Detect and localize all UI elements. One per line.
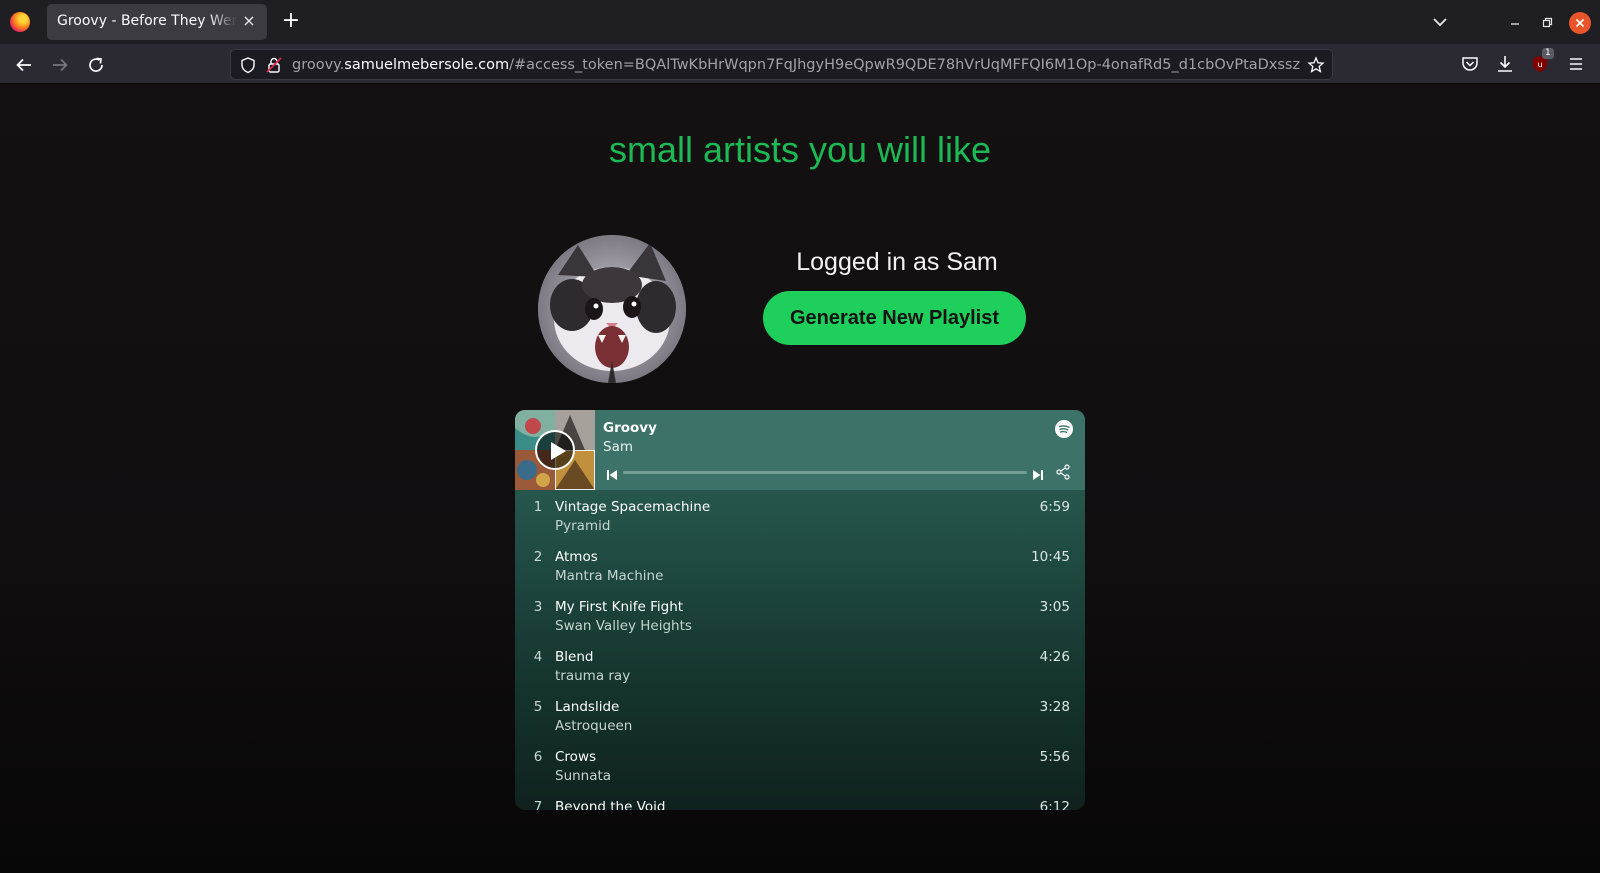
avatar — [538, 235, 686, 383]
track-number: 4 — [533, 649, 543, 665]
bookmark-star-icon[interactable] — [1307, 56, 1325, 74]
track-number: 6 — [533, 749, 543, 765]
minimize-window-icon[interactable] — [1504, 12, 1526, 34]
url-host-prefix: groovy. — [292, 57, 345, 73]
app-menu-icon[interactable] — [1565, 53, 1587, 75]
play-button[interactable] — [535, 430, 575, 470]
track-title: My First Knife Fight — [555, 599, 684, 615]
player-header: Groovy Sam — [515, 410, 1085, 490]
url-text[interactable]: groovy.samuelmebersole.com/#access_token… — [292, 57, 1300, 73]
track-row[interactable]: 4 Blend trauma ray 4:26 — [515, 640, 1085, 690]
playlist-owner[interactable]: Sam — [603, 439, 633, 455]
close-window-icon[interactable] — [1569, 12, 1591, 34]
address-bar[interactable]: groovy.samuelmebersole.com/#access_token… — [230, 49, 1333, 80]
track-artist[interactable]: Astroqueen — [555, 718, 632, 734]
playlist-cover-art — [515, 410, 595, 490]
progress-bar[interactable] — [623, 471, 1027, 474]
track-title: Vintage Spacemachine — [555, 499, 711, 515]
track-duration: 10:45 — [1031, 549, 1070, 565]
share-icon[interactable] — [1055, 464, 1071, 480]
playlist-title[interactable]: Groovy — [603, 420, 657, 436]
track-title: Beyond the Void — [555, 799, 666, 810]
track-row[interactable]: 2 Atmos Mantra Machine 10:45 — [515, 540, 1085, 590]
url-path: /#access_token=BQAlTwKbHrWqpn7FqJhgyH9eQ… — [509, 57, 1300, 73]
track-title: Landslide — [555, 699, 620, 715]
spotify-logo-icon[interactable] — [1055, 420, 1073, 438]
track-number: 7 — [533, 799, 543, 810]
track-artist[interactable]: Sunnata — [555, 768, 611, 784]
page-heading: small artists you will like — [608, 129, 992, 170]
previous-track-icon[interactable] — [606, 466, 618, 480]
list-all-tabs-icon[interactable] — [1428, 12, 1452, 32]
track-row[interactable]: 6 Crows Sunnata 5:56 — [515, 740, 1085, 790]
browser-tab[interactable]: Groovy - Before They Were Cool × — [47, 4, 267, 40]
spotify-embed-player: Groovy Sam 1 Vintage Spacemachine Pyramid 6… — [515, 410, 1085, 810]
track-row[interactable]: 7 Beyond the Void 6:12 — [515, 790, 1085, 810]
track-duration: 4:26 — [1039, 649, 1070, 665]
track-artist[interactable]: Pyramid — [555, 518, 610, 534]
track-title: Atmos — [555, 549, 598, 565]
tab-title: Groovy - Before They Were Cool — [57, 13, 237, 29]
browser-tab-bar: Groovy - Before They Were Cool × + — [0, 0, 1600, 44]
reload-icon[interactable] — [83, 52, 109, 78]
track-row[interactable]: 3 My First Knife Fight Swan Valley Heights… — [515, 590, 1085, 640]
firefox-logo-icon — [10, 12, 30, 32]
generate-playlist-button[interactable]: Generate New Playlist — [763, 291, 1026, 345]
track-row[interactable]: 5 Landslide Astroqueen 3:28 — [515, 690, 1085, 740]
svg-text:u: u — [1537, 60, 1542, 69]
track-artist[interactable]: trauma ray — [555, 668, 630, 684]
tracking-shield-icon[interactable] — [239, 56, 257, 74]
track-artist[interactable]: Mantra Machine — [555, 568, 663, 584]
track-duration: 6:12 — [1039, 799, 1070, 810]
page-content: small artists you will like Logged in as… — [0, 85, 1600, 873]
track-list: 1 Vintage Spacemachine Pyramid 6:59 2 Atmos Ma… — [515, 490, 1085, 810]
track-duration: 5:56 — [1039, 749, 1070, 765]
browser-nav-bar: groovy.samuelmebersole.com/#access_token… — [0, 44, 1600, 84]
track-number: 2 — [533, 549, 543, 565]
track-row[interactable]: 1 Vintage Spacemachine Pyramid 6:59 — [515, 490, 1085, 540]
url-host: samuelmebersole.com — [344, 57, 510, 73]
track-number: 1 — [533, 499, 543, 515]
extension-badge: 1 — [1542, 48, 1554, 59]
lock-icon[interactable] — [265, 56, 283, 74]
restore-window-icon[interactable] — [1536, 12, 1558, 34]
tab-close-icon[interactable]: × — [239, 11, 259, 31]
track-artist[interactable]: Swan Valley Heights — [555, 618, 692, 634]
pocket-icon[interactable] — [1459, 53, 1481, 75]
downloads-icon[interactable] — [1494, 53, 1516, 75]
track-duration: 3:28 — [1039, 699, 1070, 715]
logged-in-label: Logged in as Sam — [796, 248, 998, 276]
track-title: Crows — [555, 749, 597, 765]
new-tab-button[interactable]: + — [279, 10, 303, 34]
ublock-extension-icon[interactable]: u 1 — [1529, 48, 1554, 75]
forward-arrow-icon[interactable] — [47, 52, 73, 78]
track-duration: 6:59 — [1039, 499, 1070, 515]
back-arrow-icon[interactable] — [11, 52, 37, 78]
track-number: 3 — [533, 599, 543, 615]
next-track-icon[interactable] — [1032, 466, 1044, 480]
track-duration: 3:05 — [1039, 599, 1070, 615]
track-number: 5 — [533, 699, 543, 715]
track-title: Blend — [555, 649, 594, 665]
